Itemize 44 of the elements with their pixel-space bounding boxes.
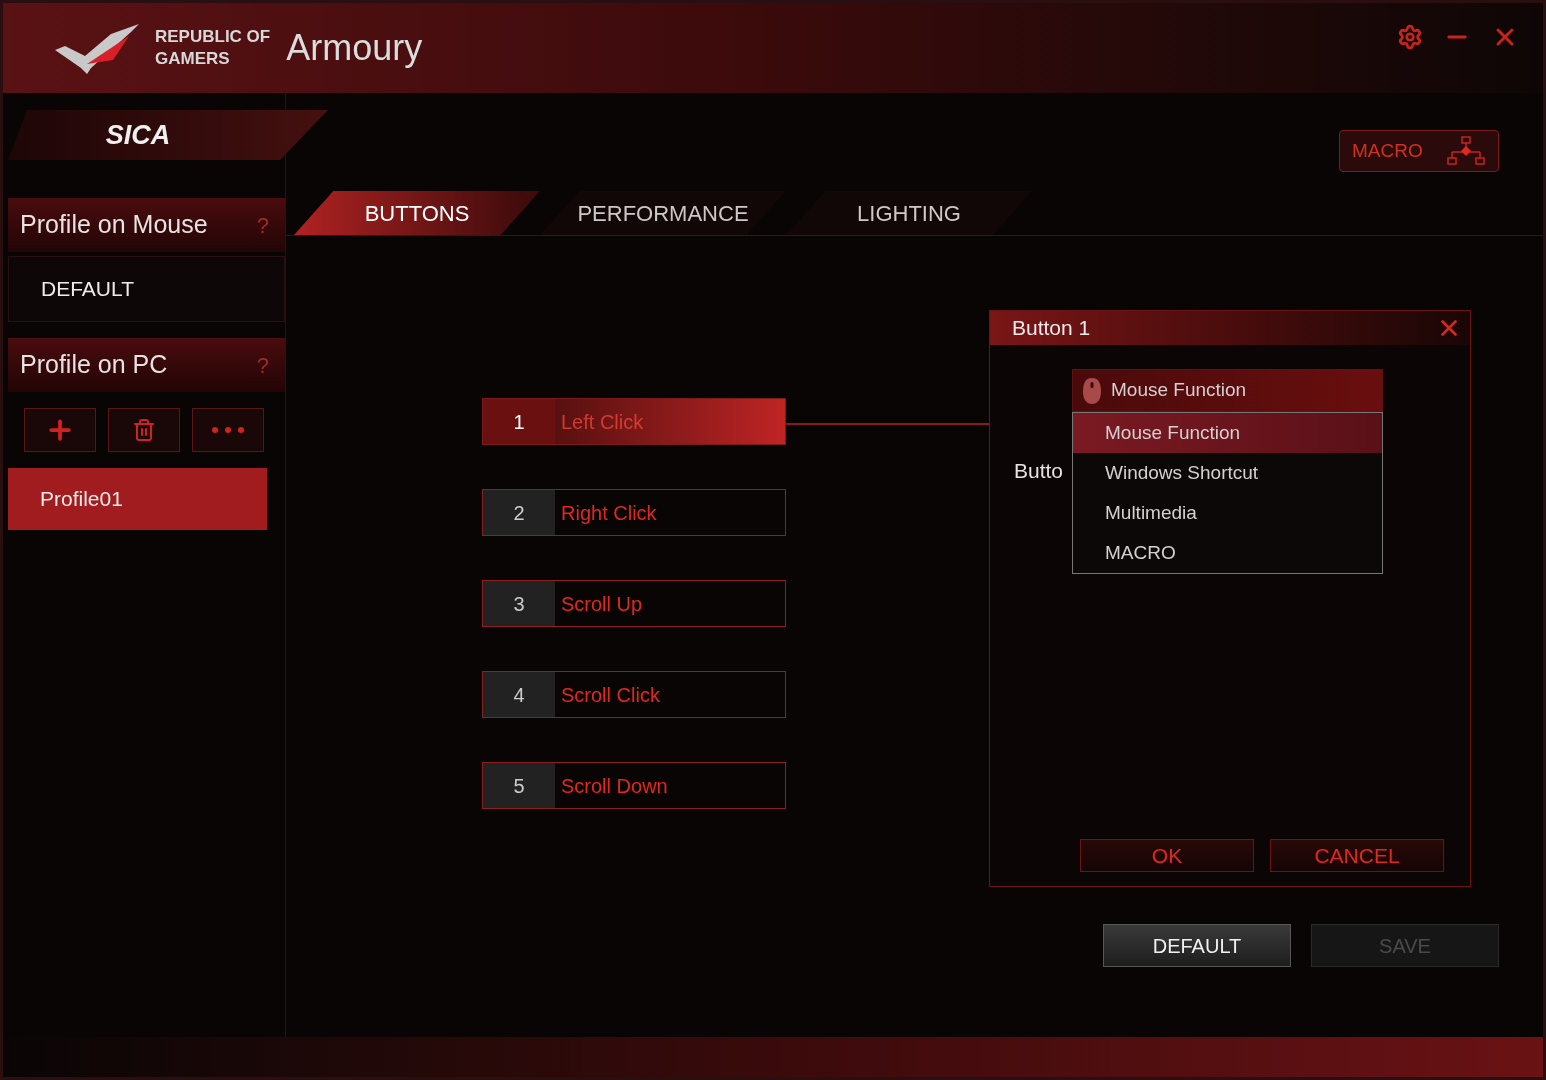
button-number: 1 [483, 399, 555, 444]
section-title: Profile on Mouse [20, 209, 208, 241]
dropdown-option[interactable]: MACRO [1073, 533, 1382, 573]
brand-text: REPUBLIC OF [155, 26, 271, 48]
button-number: 2 [483, 490, 555, 535]
macro-button[interactable]: MACRO [1339, 130, 1499, 172]
button-mapping[interactable]: 3 Scroll Up [482, 580, 786, 627]
dropdown-option[interactable]: Multimedia [1073, 493, 1382, 533]
button-number: 4 [483, 672, 555, 717]
window-title: Armoury [286, 26, 423, 70]
brand-text: GAMERS [155, 48, 231, 70]
button-mapping[interactable]: 1 Left Click [482, 398, 786, 445]
tab[interactable]: PERFORMANCE [540, 191, 786, 235]
dropdown-option[interactable]: Mouse Function [1073, 413, 1382, 453]
button-function: Scroll Click [561, 682, 660, 708]
more-button[interactable] [192, 408, 264, 452]
ellipsis-icon [212, 427, 244, 433]
add-button[interactable] [24, 408, 96, 452]
profile-item[interactable]: DEFAULT [8, 256, 285, 322]
mouse-icon [1081, 375, 1103, 406]
button-function: Scroll Up [561, 591, 643, 617]
button-mapping[interactable]: 2 Right Click [482, 489, 786, 536]
cancel-button[interactable]: CANCEL [1270, 839, 1444, 872]
dialog-title: Button 1 [1012, 315, 1091, 342]
button-mapping[interactable]: 4 Scroll Click [482, 671, 786, 718]
section-title: Profile on PC [20, 349, 168, 381]
settings-icon[interactable] [1397, 24, 1423, 50]
dropdown-option[interactable]: Windows Shortcut [1073, 453, 1382, 493]
button-mapping[interactable]: 5 Scroll Down [482, 762, 786, 809]
button-function: Scroll Down [561, 773, 668, 799]
tab[interactable]: LIGHTING [786, 191, 1032, 235]
button-function: Left Click [561, 409, 644, 435]
button-number: 5 [483, 763, 555, 808]
dropdown-field[interactable]: Mouse Function [1072, 369, 1383, 412]
button-number: 3 [483, 581, 555, 626]
trash-icon [132, 418, 156, 442]
tab[interactable]: BUTTONS [294, 191, 540, 235]
ok-button[interactable]: OK [1080, 839, 1254, 872]
field-label: Butto [1014, 459, 1064, 482]
delete-button[interactable] [108, 408, 180, 452]
button-function: Right Click [561, 500, 657, 526]
flowchart-icon [1446, 136, 1486, 166]
profile-item[interactable]: Profile01 [8, 468, 267, 530]
default-button[interactable]: DEFAULT [1103, 924, 1291, 967]
